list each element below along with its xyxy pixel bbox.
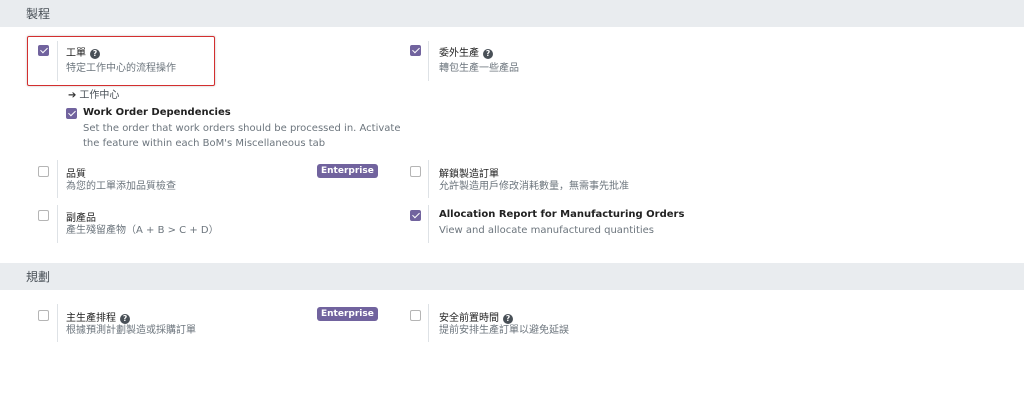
divider (428, 205, 429, 243)
unlock-mo-title: 解鎖製造訂單 (439, 169, 499, 180)
byproducts-checkbox[interactable] (38, 210, 49, 221)
subcontracting-checkbox[interactable] (410, 45, 421, 56)
enterprise-badge: Enterprise (317, 307, 378, 321)
subcontracting-description: 轉包生產一些產品 (439, 63, 519, 74)
allocation-report-checkbox[interactable] (410, 210, 421, 221)
work-order-dependencies-title: Work Order Dependencies (83, 107, 231, 118)
divider (428, 41, 429, 81)
unlock-mo-checkbox[interactable] (410, 166, 421, 177)
mps-description: 根據預測計劃製造或採購訂單 (66, 325, 196, 336)
divider (57, 304, 58, 342)
section-title: 製程 (26, 7, 51, 21)
security-lead-time-description: 提前安排生產訂單以避免延誤 (439, 325, 569, 336)
allocation-report-description: View and allocate manufactured quantitie… (439, 225, 655, 236)
mps-checkbox[interactable] (38, 310, 49, 321)
work-centers-link-label: 工作中心 (79, 90, 120, 101)
quality-description: 為您的工單添加品質檢查 (66, 181, 176, 192)
work-order-dependencies-description-2: the feature within each BoM's Miscellane… (83, 138, 326, 149)
divider (428, 160, 429, 198)
work-order-dependencies-description-1: Set the order that work orders should be… (83, 123, 401, 134)
subcontracting-title: 委外生產? (439, 44, 493, 59)
arrow-right-icon: ➔ (68, 90, 77, 101)
divider (57, 205, 58, 243)
mps-title: 主生產排程? (66, 309, 130, 324)
section-title: 規劃 (26, 270, 51, 284)
enterprise-badge: Enterprise (317, 164, 378, 178)
quality-checkbox[interactable] (38, 166, 49, 177)
byproducts-title: 副產品 (66, 213, 96, 224)
unlock-mo-description: 允許製造用戶修改消耗數量，無需事先批准 (439, 181, 629, 192)
section-header-planning: 規劃 (0, 263, 1024, 290)
allocation-report-title: Allocation Report for Manufacturing Orde… (439, 209, 685, 220)
divider (428, 304, 429, 342)
security-lead-time-title: 安全前置時間? (439, 309, 513, 324)
work-order-dependencies-checkbox[interactable] (66, 108, 77, 119)
quality-title: 品質 (66, 169, 86, 180)
section-header-manufacturing: 製程 (0, 0, 1024, 27)
subcontracting-label: 委外生產 (439, 48, 479, 59)
security-lead-time-checkbox[interactable] (410, 310, 421, 321)
help-icon[interactable]: ? (483, 49, 493, 59)
divider (57, 160, 58, 198)
byproducts-description: 產生殘留產物（A + B > C + D） (66, 225, 219, 236)
work-centers-link[interactable]: ➔ 工作中心 (68, 86, 119, 101)
highlight-box (27, 36, 215, 86)
